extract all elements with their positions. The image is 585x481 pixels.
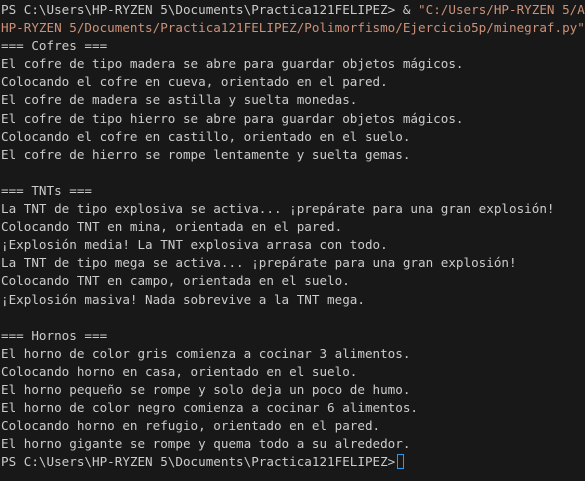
section-header-hornos: === Hornos === xyxy=(1,327,108,343)
output-line: Colocando TNT en campo, orientada en el … xyxy=(1,273,350,289)
script-path: "C:/Users/HP-RYZEN 5/AppData/ xyxy=(418,2,585,17)
final-prompt-line[interactable]: PS C:\Users\HP-RYZEN 5\Documents\Practic… xyxy=(0,453,585,471)
output-line: Colocando el cofre en cueva, orientado e… xyxy=(1,74,388,90)
section-header-tnts: === TNTs === xyxy=(1,182,92,198)
prompt-text: PS C:\Users\HP-RYZEN 5\Documents\Practic… xyxy=(1,454,396,470)
call-operator: & xyxy=(402,2,419,17)
output-line: ¡Explosión masiva! Nada sobrevive a la T… xyxy=(1,291,365,307)
output-line: Colocando TNT en mina, orientada en el p… xyxy=(1,219,343,235)
output-line: ¡Explosión media! La TNT explosiva arras… xyxy=(1,237,388,253)
output-line: El horno de color gris comienza a cocina… xyxy=(1,345,411,361)
output-line: El horno gigante se rompe y quema todo a… xyxy=(1,436,411,452)
output-line: El horno de color negro comienza a cocin… xyxy=(1,400,419,416)
output-line: La TNT de tipo explosiva se activa... ¡p… xyxy=(1,201,555,217)
output-line: Colocando horno en refugio, orientado en… xyxy=(1,418,381,434)
output-line: El cofre de tipo madera se abre para gua… xyxy=(1,56,464,72)
output-line: El cofre de madera se astilla y suelta m… xyxy=(1,92,358,108)
output-line: La TNT de tipo mega se activa... ¡prepár… xyxy=(1,255,517,271)
output-line: El cofre de tipo hierro se abre para gua… xyxy=(1,110,464,126)
output-line: El cofre de hierro se rompe lentamente y… xyxy=(1,146,411,162)
output-line: Colocando el cofre en castillo, orientad… xyxy=(1,128,411,144)
text-cursor[interactable] xyxy=(397,454,405,470)
command-line: PS C:\Users\HP-RYZEN 5\Documents\Practic… xyxy=(0,1,585,19)
output-line: Colocando horno en casa, orientado en el… xyxy=(1,363,358,379)
section-header-cofres: === Cofres === xyxy=(1,38,108,54)
script-path-continued: HP-RYZEN 5/Documents/Practica121FELIPEZ/… xyxy=(1,20,585,36)
terminal-output[interactable]: PS C:\Users\HP-RYZEN 5\Documents\Practic… xyxy=(0,0,585,481)
output-line: El horno pequeño se rompe y solo deja un… xyxy=(1,381,411,397)
prompt-text: PS C:\Users\HP-RYZEN 5\Documents\Practic… xyxy=(1,2,403,17)
